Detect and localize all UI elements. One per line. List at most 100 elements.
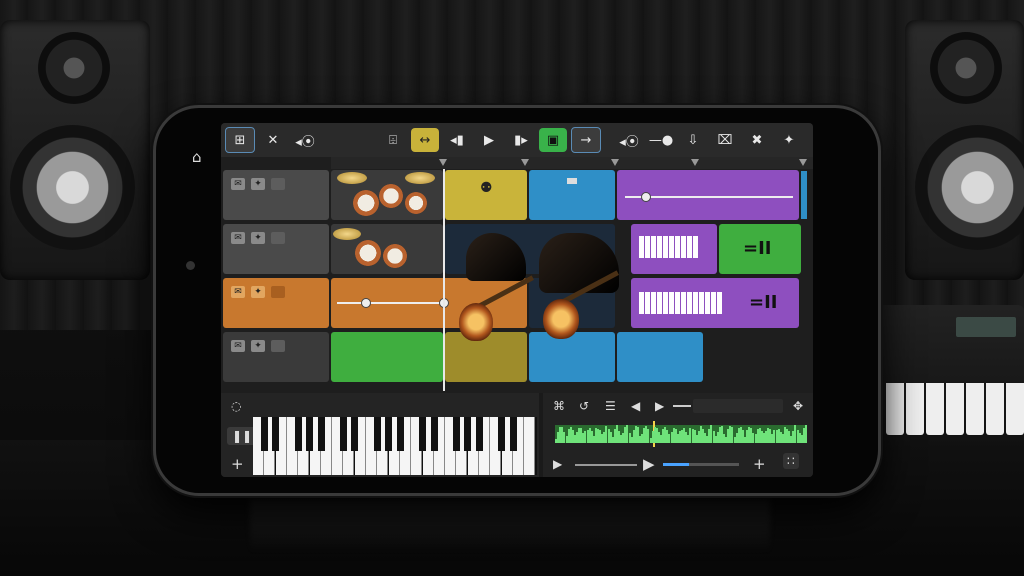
- black-key[interactable]: [464, 417, 472, 451]
- black-key[interactable]: [374, 417, 381, 451]
- black-key[interactable]: [351, 417, 359, 451]
- region-green[interactable]: =II: [719, 224, 801, 274]
- black-key[interactable]: [385, 417, 393, 451]
- black-key[interactable]: [475, 417, 483, 451]
- region-yellow[interactable]: [445, 332, 527, 382]
- playhead[interactable]: [443, 169, 445, 391]
- pan-icon[interactable]: ✥: [793, 399, 803, 413]
- keyboard-icon: [639, 236, 698, 258]
- black-key[interactable]: [396, 417, 404, 451]
- play-icon[interactable]: ▶: [655, 399, 664, 413]
- black-key[interactable]: [272, 417, 280, 451]
- scrub-bar[interactable]: [575, 464, 637, 466]
- forward-button[interactable]: ▮▸: [507, 128, 535, 152]
- solo-icon[interactable]: ✦: [251, 340, 265, 352]
- play-large-icon[interactable]: ▶: [643, 455, 655, 473]
- mute-icon[interactable]: [271, 340, 285, 352]
- play-small-icon[interactable]: ▶: [553, 457, 562, 471]
- automation-line: [337, 302, 447, 304]
- daw-screen: ⊞ ✕ ◂⦿ ⌹ ↔ ◂▮ ▶ ▮▸ ▣ → ◂⦿ —● ⇩ ⌧ ✖ ✦ ✉ ✦…: [221, 123, 813, 477]
- region-yellow[interactable]: ⚉: [445, 170, 527, 220]
- plus-icon[interactable]: +: [231, 455, 244, 473]
- region-orange[interactable]: [331, 278, 527, 328]
- track-header[interactable]: ✉ ✦: [223, 224, 329, 274]
- black-key[interactable]: [340, 417, 348, 451]
- mail-icon[interactable]: ✉: [231, 340, 245, 352]
- mixer-slot[interactable]: [693, 399, 783, 413]
- mic-button[interactable]: ⇩: [679, 128, 707, 152]
- white-key[interactable]: [524, 417, 536, 475]
- bottom-panel: ◌ ❚❚ + ⌘ ↺ ☰ ◀ ▶ ✥ ▶ ▶ + ∷: [221, 393, 813, 477]
- mute-icon[interactable]: [271, 286, 285, 298]
- region-blue[interactable]: [617, 332, 703, 382]
- black-key[interactable]: [419, 417, 427, 451]
- grid-icon[interactable]: ∷: [783, 453, 799, 469]
- tempo-slider[interactable]: —●: [647, 128, 675, 152]
- metronome-button[interactable]: ↔: [411, 128, 439, 152]
- play-button[interactable]: ▶: [475, 128, 503, 152]
- mute-icon[interactable]: [271, 178, 285, 190]
- fx-button[interactable]: ✖: [743, 128, 771, 152]
- mail-icon[interactable]: ✉: [231, 286, 245, 298]
- record-button[interactable]: ▣: [539, 128, 567, 152]
- black-key[interactable]: [498, 417, 506, 451]
- mute-icon[interactable]: [271, 232, 285, 244]
- black-key[interactable]: [509, 417, 517, 451]
- track-header[interactable]: ✉ ✦: [223, 332, 329, 382]
- left-monitor-speaker: [0, 20, 150, 280]
- drummer-icon: ⚉: [480, 180, 493, 196]
- region-green[interactable]: [331, 332, 443, 382]
- black-key[interactable]: [430, 417, 438, 451]
- volume-bar[interactable]: [663, 463, 739, 466]
- settings-button[interactable]: ✦: [775, 128, 803, 152]
- track-header[interactable]: ✉ ✦: [223, 170, 329, 220]
- speaker-button[interactable]: ◂⦿: [615, 128, 643, 152]
- region-blue[interactable]: [529, 332, 615, 382]
- shuffle-button[interactable]: ⌧: [711, 128, 739, 152]
- lock-icon[interactable]: ◌: [231, 399, 241, 413]
- black-key[interactable]: [294, 417, 302, 451]
- black-key[interactable]: [306, 417, 314, 451]
- home-icon[interactable]: ⌂: [192, 148, 202, 166]
- synth-display: [956, 317, 1016, 337]
- solo-icon[interactable]: ✦: [251, 286, 265, 298]
- automation-point[interactable]: [361, 298, 371, 308]
- cut-button[interactable]: ✕: [259, 128, 287, 152]
- black-key[interactable]: [317, 417, 325, 451]
- automation-point[interactable]: [641, 192, 651, 202]
- rewind-button[interactable]: ◂▮: [443, 128, 471, 152]
- region-purple[interactable]: [617, 170, 799, 220]
- drum-kit-region[interactable]: [331, 170, 443, 220]
- eq-icon[interactable]: ☰: [605, 399, 616, 413]
- region-purple[interactable]: =II: [631, 278, 799, 328]
- prev-icon[interactable]: ◀: [631, 399, 640, 413]
- drum-kit-region[interactable]: [331, 224, 443, 274]
- piano-keyboard[interactable]: [253, 417, 537, 475]
- loop-select-button[interactable]: ⌹: [379, 128, 407, 152]
- black-key[interactable]: [453, 417, 461, 451]
- bicycle-icon[interactable]: ⌘: [553, 399, 565, 413]
- region-blue[interactable]: [529, 170, 615, 220]
- track-header[interactable]: ✉ ✦: [223, 278, 329, 328]
- timeline-ruler[interactable]: [331, 157, 813, 169]
- tweeter-icon: [930, 32, 1002, 104]
- phone-frame: ⌂ ⊞ ✕ ◂⦿ ⌹ ↔ ◂▮ ▶ ▮▸ ▣ → ◂⦿ —● ⇩ ⌧ ✖ ✦ ✉…: [153, 105, 881, 496]
- track-row-drums: ✉ ✦ ⚉: [221, 169, 813, 221]
- cymbal-icon: [333, 228, 361, 240]
- solo-icon[interactable]: ✦: [251, 178, 265, 190]
- add-icon[interactable]: +: [753, 455, 766, 473]
- black-key[interactable]: [261, 417, 268, 451]
- marker-icon: [611, 159, 619, 166]
- mail-icon[interactable]: ✉: [231, 178, 245, 190]
- browser-button[interactable]: ⊞: [225, 127, 255, 153]
- region-purple[interactable]: [631, 224, 717, 274]
- next-button[interactable]: →: [571, 127, 601, 153]
- solo-icon[interactable]: ✦: [251, 232, 265, 244]
- camera-icon: [186, 261, 195, 270]
- waveform[interactable]: [555, 421, 807, 447]
- mail-icon[interactable]: ✉: [231, 232, 245, 244]
- drum-icon: [405, 192, 427, 214]
- volume-button[interactable]: ◂⦿: [291, 128, 319, 152]
- keyboard-panel: ◌ ❚❚ +: [221, 393, 539, 477]
- undo-icon[interactable]: ↺: [579, 399, 589, 413]
